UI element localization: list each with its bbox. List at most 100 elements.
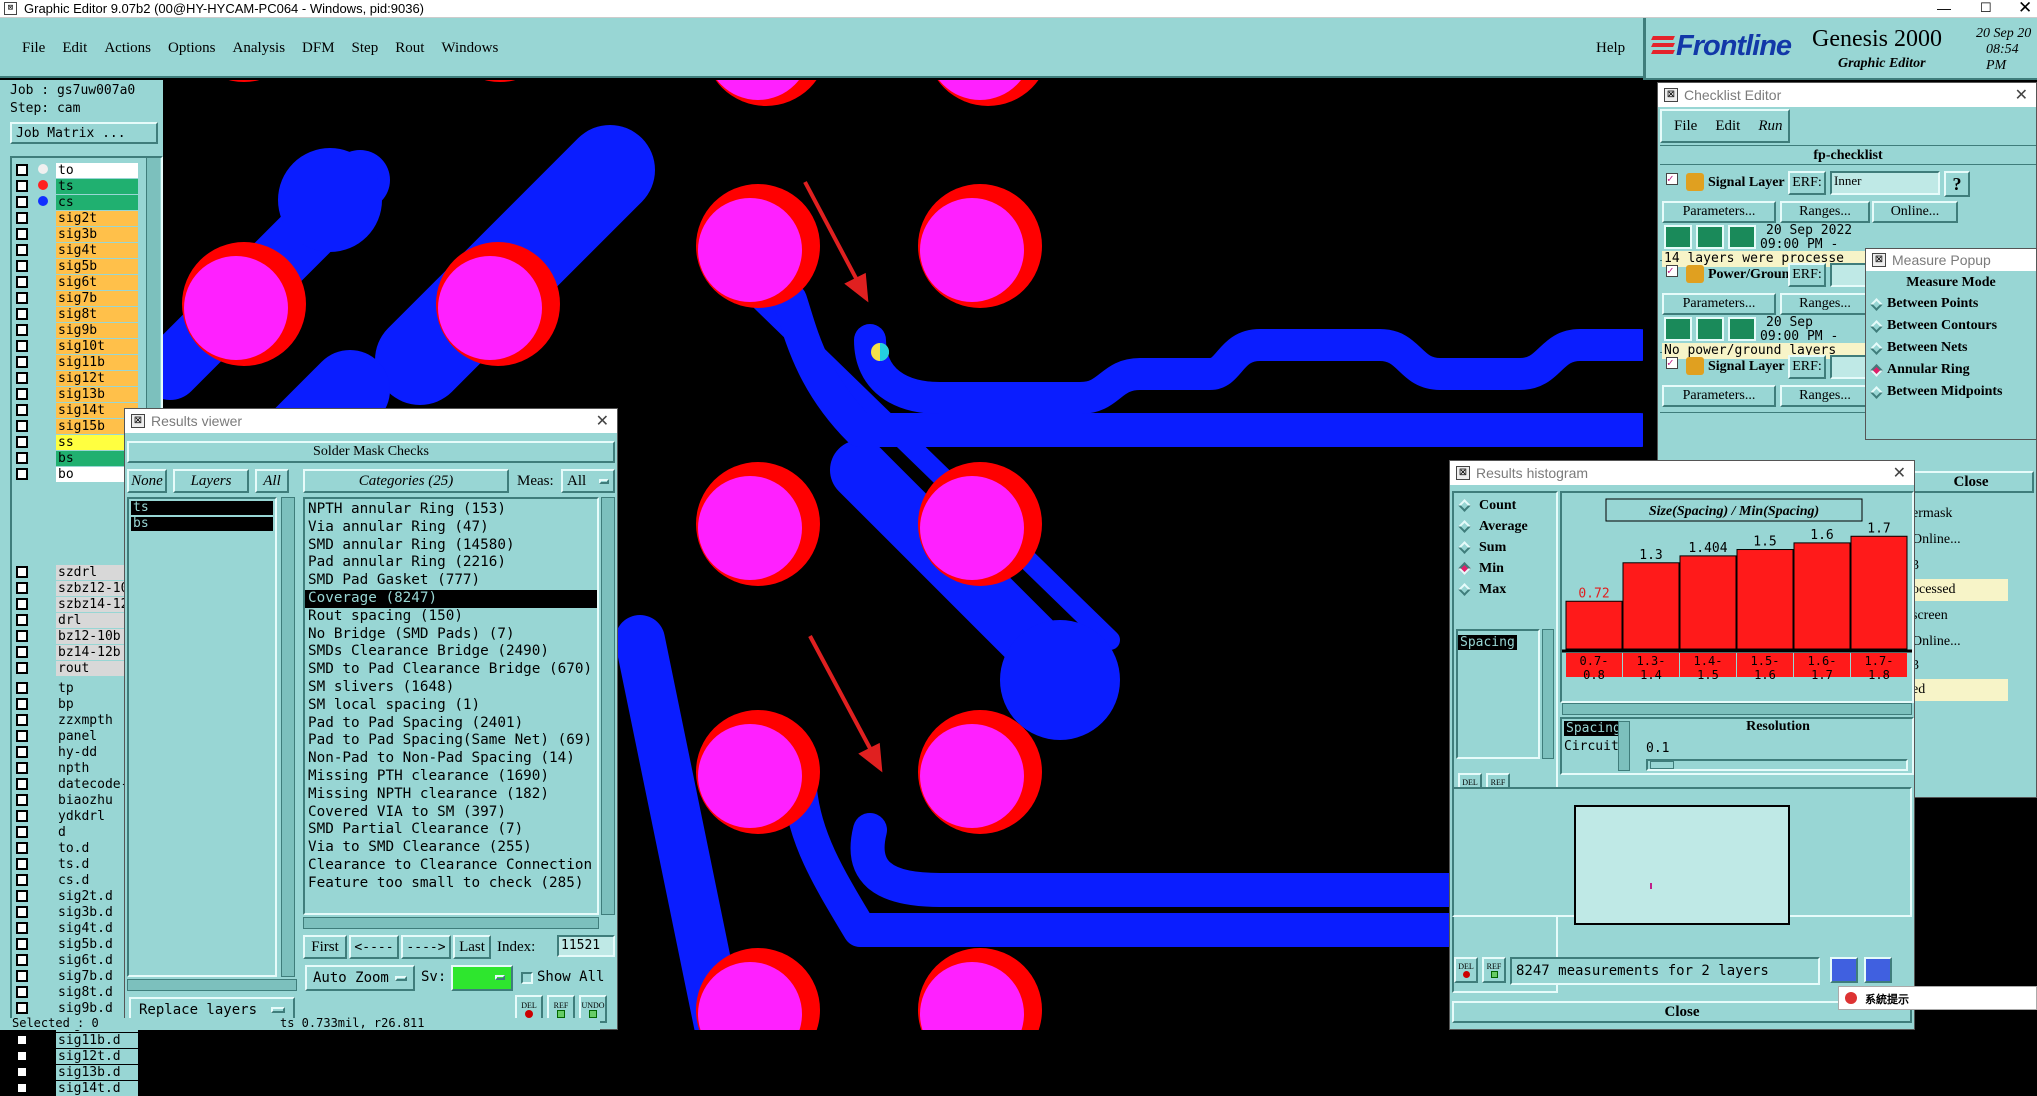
layer-checkbox[interactable] [16,340,28,352]
run-status-icon[interactable] [1728,317,1756,341]
layer-checkbox[interactable] [16,356,28,368]
run-status-icon[interactable] [1664,225,1692,249]
checklist-close-button[interactable]: Close [1908,471,2034,493]
index-field[interactable]: 11521 [557,935,615,957]
option-spacing[interactable]: Spacing [1564,721,1623,736]
layer-row[interactable]: sig4t [12,242,162,258]
layer-checkbox[interactable] [16,1034,28,1046]
auto-zoom-dropdown[interactable]: Auto Zoom [305,965,415,991]
histogram-bar[interactable] [1565,600,1623,650]
category-item[interactable]: Rout spacing (150) [305,608,597,626]
categories-scrollbar[interactable] [601,497,615,915]
menu-dfm[interactable]: DFM [302,40,335,57]
category-item[interactable]: SMD annular Ring (14580) [305,537,597,555]
layer-checkbox[interactable] [16,1002,28,1014]
layer-checkbox[interactable] [16,196,28,208]
measure-mode-option[interactable]: Between Nets [1868,337,2036,359]
category-item[interactable]: Pad to Pad Spacing (2401) [305,715,597,733]
layer-checkbox[interactable] [16,180,28,192]
hist-del-icon-bottom[interactable]: DEL [1454,957,1478,983]
layer-checkbox[interactable] [16,388,28,400]
category-item[interactable]: Clearance to Clearance Connection [305,857,597,875]
layers-list[interactable]: ts bs [127,497,277,977]
category-item[interactable]: SM local spacing (1) [305,697,597,715]
checklist-menu-file[interactable]: File [1674,118,1697,135]
measure-titlebar[interactable]: ⊠ Measure Popup [1866,249,2036,271]
layer-row[interactable]: sig3b [12,226,162,242]
histogram-bar[interactable] [1622,562,1680,650]
layer-checkbox[interactable] [16,714,28,726]
histogram-close-icon[interactable]: ✕ [1893,463,1906,483]
next-button[interactable]: ----> [401,935,451,959]
layer-checkbox[interactable] [16,1066,28,1078]
show-all-checkbox[interactable] [521,972,533,984]
layer-checkbox[interactable] [16,906,28,918]
category-item[interactable]: Missing NPTH clearance (182) [305,786,597,804]
first-button[interactable]: First [303,935,347,959]
layer-checkbox[interactable] [16,970,28,982]
category-item[interactable]: Pad to Pad Spacing(Same Net) (69) [305,732,597,750]
hist-ref-icon-bottom[interactable]: REF [1482,957,1506,983]
menu-analysis[interactable]: Analysis [233,40,286,57]
layer-checkbox[interactable] [16,646,28,658]
layer-checkbox[interactable] [16,794,28,806]
hist-action-icon-1[interactable] [1830,957,1858,983]
layer-checkbox[interactable] [16,890,28,902]
layer-checkbox[interactable] [16,324,28,336]
layer-checkbox[interactable] [16,954,28,966]
layer-row[interactable]: sig9b [12,322,162,338]
run-status-icon[interactable] [1696,225,1724,249]
category-item[interactable]: SMD Pad Gasket (777) [305,572,597,590]
layer-row[interactable]: sig6t [12,274,162,290]
radio-diamond-icon[interactable] [1458,520,1471,533]
checklist-menu-run[interactable]: Run [1758,118,1782,135]
menu-edit[interactable]: Edit [62,40,87,57]
erf-button[interactable]: ERF: [1788,171,1826,195]
layer-checkbox[interactable] [16,582,28,594]
category-item[interactable]: Missing PTH clearance (1690) [305,768,597,786]
radio-diamond-icon[interactable] [1870,385,1883,399]
layer-row[interactable]: sig13b [12,386,162,402]
radio-diamond-icon[interactable] [1870,297,1883,311]
histogram-bar[interactable] [1736,549,1794,650]
categories-hscroll[interactable] [303,917,599,929]
parameters-button[interactable]: Parameters... [1662,201,1776,223]
stat-option[interactable]: Average [1454,516,1556,537]
stat-list-scrollbar[interactable] [1542,629,1554,759]
layer-checkbox[interactable] [16,842,28,854]
layer-checkbox[interactable] [16,778,28,790]
help-icon[interactable]: ? [1944,171,1970,197]
menu-windows[interactable]: Windows [441,40,498,57]
layer-checkbox[interactable] [16,436,28,448]
layer-row[interactable]: sig5b [12,258,162,274]
results-viewer-close-icon[interactable]: ✕ [596,411,609,431]
measure-mode-option[interactable]: Between Points [1868,293,2036,315]
radio-diamond-icon[interactable] [1458,541,1471,554]
prev-button[interactable]: <---- [349,935,399,959]
chart-hscroll[interactable] [1562,703,1912,715]
rv-layer-item[interactable]: ts [131,501,273,515]
pad[interactable] [920,724,1024,828]
action-check-icon[interactable]: ✓ [1666,173,1678,185]
layer-checkbox[interactable] [16,1050,28,1062]
layer-row[interactable]: sig13b.d [12,1064,162,1080]
layer-checkbox[interactable] [16,260,28,272]
layer-checkbox[interactable] [16,468,28,480]
category-item[interactable]: Non-Pad to Non-Pad Spacing (14) [305,750,597,768]
parameters-button[interactable]: Parameters... [1662,385,1776,407]
last-button[interactable]: Last [453,935,491,959]
erf-button[interactable]: ERF: [1788,263,1826,287]
histogram-bar[interactable] [1793,542,1851,650]
resolution-slider-thumb[interactable] [1650,761,1674,769]
layer-checkbox[interactable] [16,986,28,998]
layer-checkbox[interactable] [16,730,28,742]
layer-checkbox[interactable] [16,662,28,674]
layer-row[interactable]: sig11b.d [12,1032,162,1048]
layer-row[interactable]: sig7b [12,290,162,306]
all-button[interactable]: All [255,469,289,493]
layer-row[interactable]: to [12,162,162,178]
layer-checkbox[interactable] [16,228,28,240]
layers-button[interactable]: Layers [173,469,249,493]
action-check-icon[interactable]: ✓ [1666,265,1678,277]
layer-checkbox[interactable] [16,762,28,774]
